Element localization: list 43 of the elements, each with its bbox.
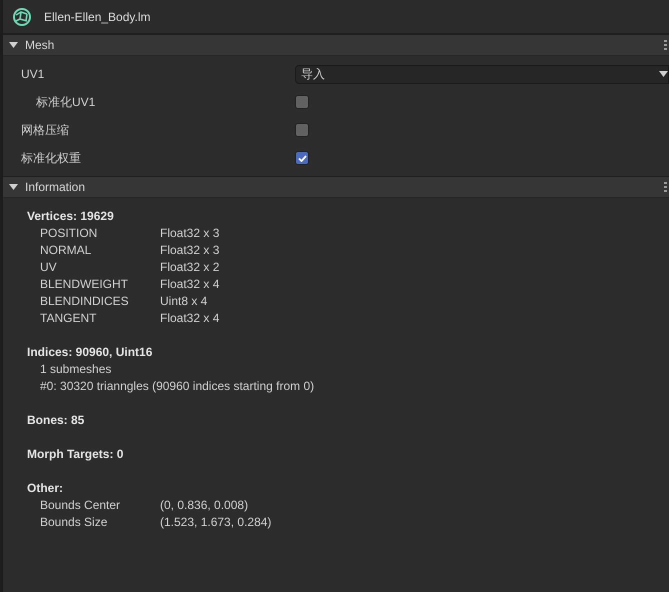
- info-text: #0: 30320 trianngles (90960 indices starting from 0): [40, 378, 314, 395]
- attribute-name: BLENDWEIGHT: [40, 276, 130, 293]
- info-heading: Bones: 85: [27, 412, 84, 429]
- section-header[interactable]: Mesh: [3, 34, 669, 56]
- section-title: Information: [25, 180, 86, 194]
- check-icon: [298, 154, 306, 162]
- drag-handle-icon[interactable]: [664, 182, 667, 192]
- checkbox[interactable]: [295, 95, 309, 109]
- attribute-name: BLENDINDICES: [40, 293, 130, 310]
- attribute-name: UV: [40, 259, 58, 276]
- collapse-caret-icon: [9, 42, 18, 48]
- drag-handle-icon[interactable]: [664, 40, 667, 50]
- attribute-value: Float32 x 4: [160, 276, 220, 293]
- property-label: 标准化UV1: [36, 94, 96, 110]
- attribute-name: TANGENT: [40, 310, 98, 327]
- attribute-name: POSITION: [40, 225, 98, 242]
- checkbox[interactable]: [295, 123, 309, 137]
- asset-title: Ellen-Ellen_Body.lm: [44, 10, 150, 24]
- info-heading: Other:: [27, 480, 63, 497]
- attribute-value: Float32 x 2: [160, 259, 220, 276]
- attribute-value: Float32 x 3: [160, 242, 220, 259]
- attribute-name: Bounds Center: [40, 497, 122, 514]
- attribute-value: (1.523, 1.673, 0.284): [160, 514, 272, 531]
- info-heading: Indices: 90960, Uint16: [27, 344, 152, 361]
- info-heading: Morph Targets: 0: [27, 446, 124, 463]
- attribute-value: Uint8 x 4: [160, 293, 208, 310]
- section-header[interactable]: Information: [3, 176, 669, 198]
- property-label: UV1: [21, 67, 46, 81]
- caret-icon: [659, 71, 668, 77]
- property-label: 网格压缩: [21, 122, 70, 138]
- info-text: 1 submeshes: [40, 361, 112, 378]
- section-title: Mesh: [25, 38, 56, 52]
- uv-dropdown[interactable]: 导入: [295, 64, 669, 84]
- attribute-name: Bounds Size: [40, 514, 108, 531]
- attribute-value: Float32 x 4: [160, 310, 220, 327]
- collapse-caret-icon: [9, 184, 18, 190]
- attribute-value: (0, 0.836, 0.008): [160, 497, 248, 514]
- attribute-value: Float32 x 3: [160, 225, 220, 242]
- mesh-globe-icon: [12, 6, 32, 26]
- attribute-name: NORMAL: [40, 242, 92, 259]
- property-label: 标准化权重: [21, 150, 82, 166]
- info-heading: Vertices: 19629: [27, 208, 114, 225]
- checkbox[interactable]: [295, 151, 309, 165]
